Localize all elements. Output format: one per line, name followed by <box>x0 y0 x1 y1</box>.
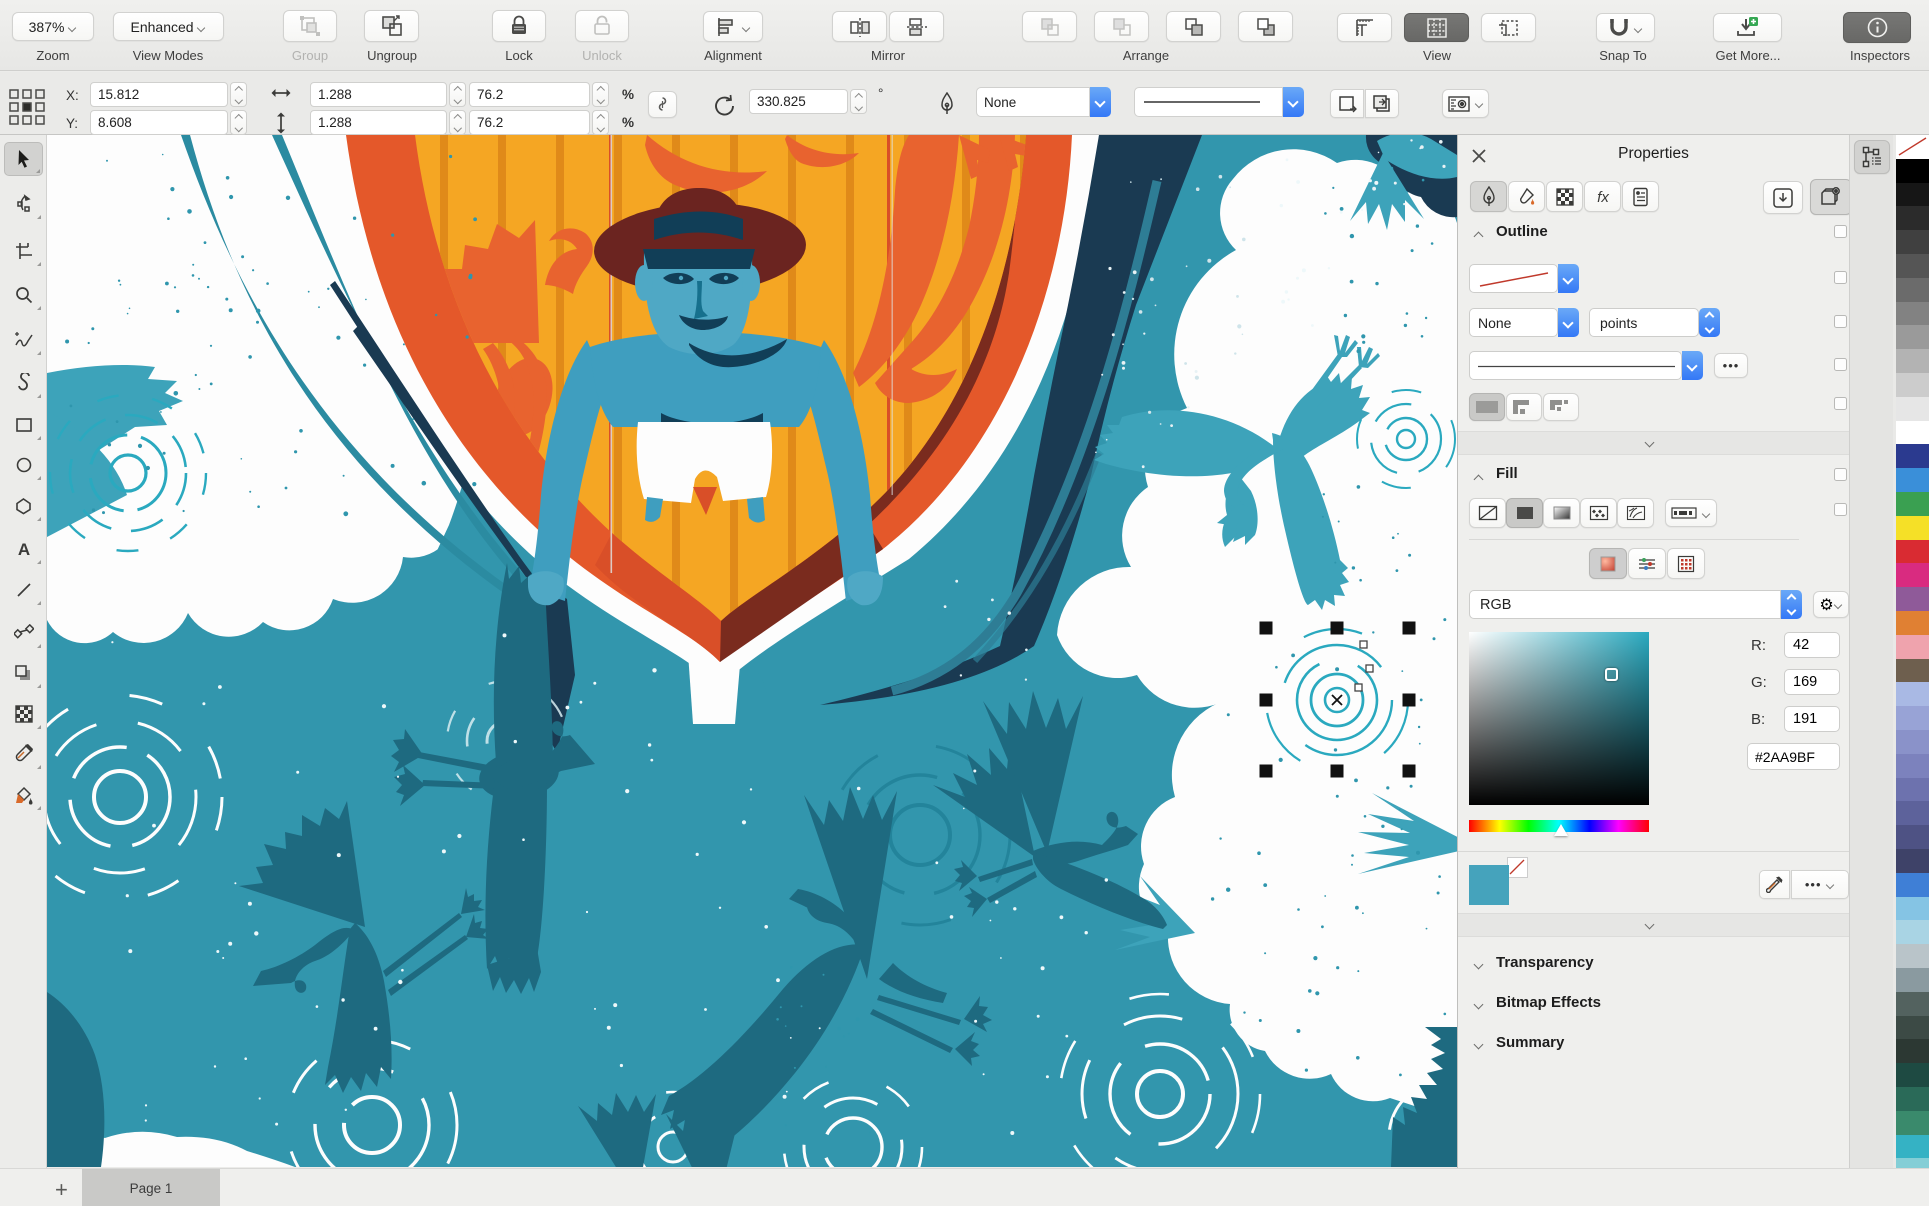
svg-text:A: A <box>17 540 29 559</box>
svg-text:fx: fx <box>1597 189 1609 206</box>
